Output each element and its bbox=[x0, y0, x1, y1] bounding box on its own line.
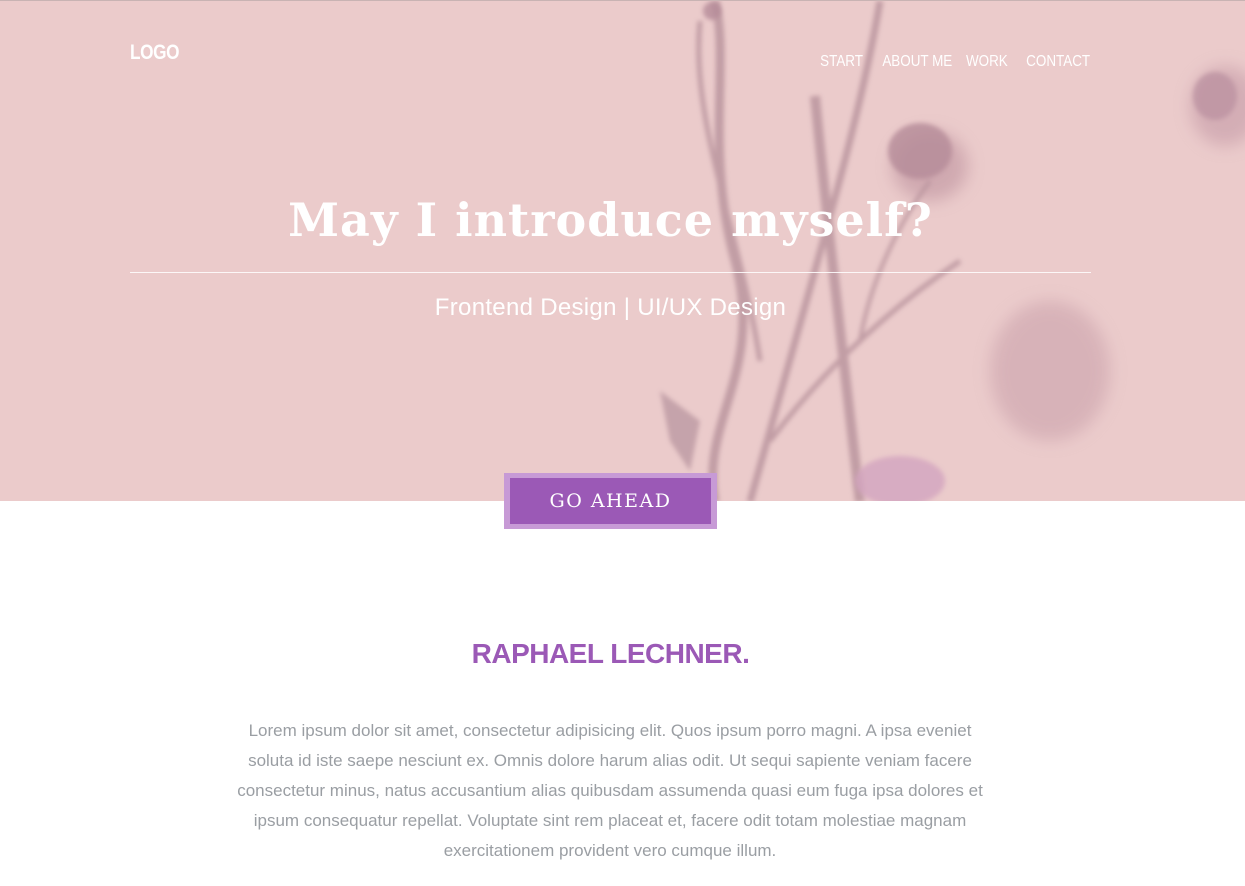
hero-subtitle: Frontend Design | UI/UX Design bbox=[434, 294, 787, 321]
site-logo[interactable]: LOGO bbox=[130, 41, 179, 65]
main-navigation: START ABOUT ME WORK CONTACT bbox=[808, 53, 1090, 71]
author-name-heading: RAPHAEL LECHNER. bbox=[471, 638, 750, 669]
author-bio-text: Lorem ipsum dolor sit amet, consectetur … bbox=[237, 721, 983, 860]
go-ahead-button[interactable]: GO AHEAD bbox=[510, 478, 711, 524]
hero-background-image bbox=[0, 1, 1245, 501]
nav-item-work[interactable]: WORK bbox=[966, 53, 1008, 71]
nav-item-contact[interactable]: CONTACT bbox=[1026, 53, 1090, 71]
hero-section: LOGO START ABOUT ME WORK CONTACT May I i… bbox=[0, 0, 1245, 501]
hero-divider bbox=[130, 272, 1091, 273]
go-ahead-button-frame: GO AHEAD bbox=[504, 473, 717, 529]
nav-item-about-me[interactable]: ABOUT ME bbox=[882, 53, 952, 71]
nav-item-start[interactable]: START bbox=[820, 53, 863, 71]
hero-title: May I introduce myself? bbox=[288, 193, 933, 247]
